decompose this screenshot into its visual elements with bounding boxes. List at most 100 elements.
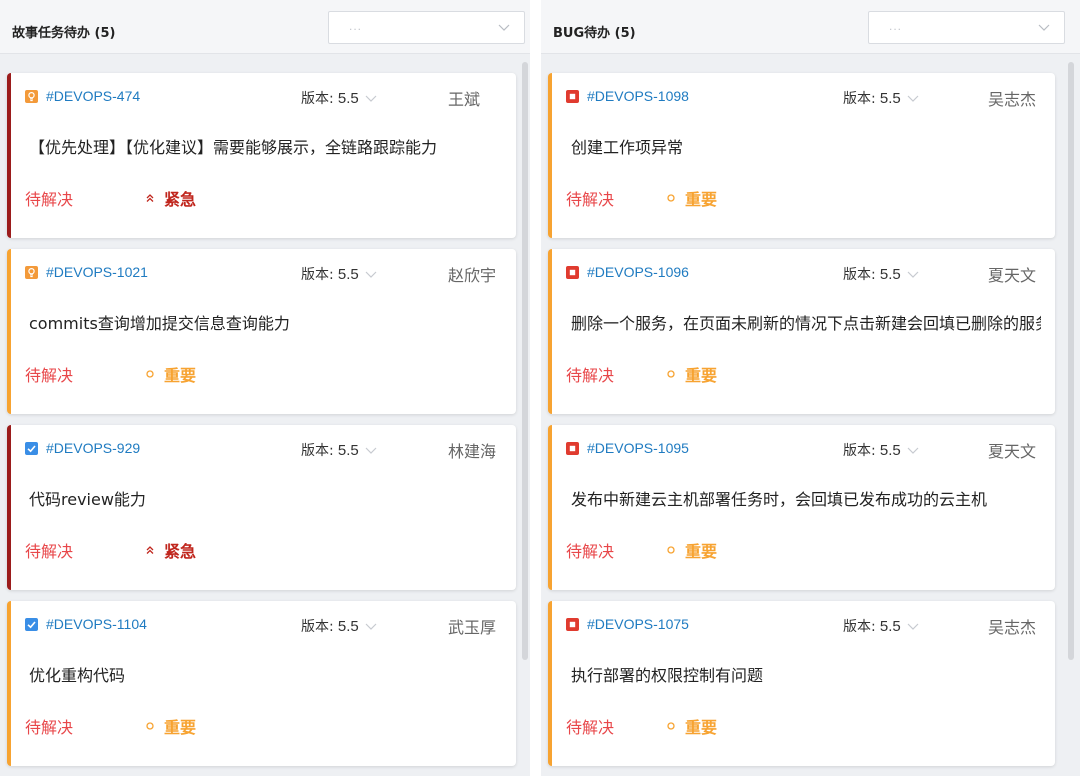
status-badge[interactable]: 待解决: [25, 362, 73, 386]
status-badge[interactable]: 待解决: [566, 362, 614, 386]
filter-select[interactable]: ...: [328, 11, 525, 44]
bug-icon: [566, 442, 579, 455]
panel-header: BUG待办 (5) ...: [541, 0, 1080, 54]
double-chevron-up-icon: [144, 542, 164, 561]
assignee-name[interactable]: 吴志杰: [988, 86, 1036, 110]
priority-badge[interactable]: 重要: [665, 538, 717, 562]
panel-title: BUG待办 (5): [553, 26, 636, 41]
version-value: 5.5: [337, 442, 359, 459]
work-item-title[interactable]: 创建工作项异常: [571, 134, 1041, 158]
status-badge[interactable]: 待解决: [566, 186, 614, 210]
version-select[interactable]: 版本: 5.5: [843, 88, 919, 108]
chevron-down-icon: [365, 271, 377, 278]
version-select[interactable]: 版本: 5.5: [301, 264, 377, 284]
assignee-name[interactable]: 夏天文: [988, 262, 1036, 286]
assignee-name[interactable]: 吴志杰: [988, 614, 1036, 638]
chevron-down-icon: [1038, 24, 1050, 31]
priority-badge[interactable]: 重要: [665, 186, 717, 210]
status-badge[interactable]: 待解决: [25, 538, 73, 562]
chevron-down-icon: [907, 623, 919, 630]
assignee-name[interactable]: 林建海: [448, 438, 496, 462]
priority-label: 紧急: [164, 542, 197, 561]
bug-icon: [566, 266, 579, 279]
work-item-card[interactable]: #DEVOPS-1021 版本: 5.5 赵欣宇 commits查询增加提交信息查询能…: [7, 249, 516, 414]
work-item-id-link[interactable]: #DEVOPS-1098: [587, 88, 689, 104]
status-badge[interactable]: 待解决: [25, 186, 73, 210]
chevron-down-icon: [498, 24, 510, 31]
work-item-title[interactable]: 发布中新建云主机部署任务时，会回填已发布成功的云主机: [571, 486, 1041, 510]
version-select[interactable]: 版本: 5.5: [301, 88, 377, 108]
scrollbar[interactable]: [1068, 62, 1074, 660]
assignee-name[interactable]: 夏天文: [988, 438, 1036, 462]
version-label: 版本:: [301, 91, 334, 107]
checkbox-icon: [25, 618, 38, 631]
version-value: 5.5: [879, 266, 901, 283]
double-chevron-up-icon: [144, 190, 164, 209]
version-value: 5.5: [879, 442, 901, 459]
work-item-id-link[interactable]: #DEVOPS-1075: [587, 616, 689, 632]
filter-select[interactable]: ...: [868, 11, 1065, 44]
assignee-name[interactable]: 赵欣宇: [448, 262, 496, 286]
circle-icon: [665, 542, 685, 561]
version-label: 版本:: [843, 619, 876, 635]
work-item-title[interactable]: 【优先处理】【优化建议】需要能够展示，全链路跟踪能力: [29, 134, 503, 158]
work-item-card[interactable]: #DEVOPS-1096 版本: 5.5 夏天文删除一个服务，在页面未刷新的情况下点…: [548, 249, 1055, 414]
work-item-id-link[interactable]: #DEVOPS-474: [46, 88, 140, 104]
priority-label: 重要: [685, 718, 718, 737]
priority-badge[interactable]: 重要: [665, 714, 717, 738]
priority-label: 重要: [164, 366, 197, 385]
circle-icon: [665, 190, 685, 209]
priority-label: 重要: [685, 190, 718, 209]
priority-badge[interactable]: 紧急: [144, 538, 196, 562]
lightbulb-icon: [25, 90, 38, 103]
status-badge[interactable]: 待解决: [566, 714, 614, 738]
priority-label: 重要: [685, 542, 718, 561]
work-item-id-link[interactable]: #DEVOPS-1095: [587, 440, 689, 456]
work-item-id-link[interactable]: #DEVOPS-1021: [46, 264, 148, 280]
version-value: 5.5: [337, 90, 359, 107]
version-label: 版本:: [843, 91, 876, 107]
version-select[interactable]: 版本: 5.5: [301, 616, 377, 636]
priority-badge[interactable]: 重要: [144, 714, 196, 738]
work-item-card[interactable]: #DEVOPS-1075 版本: 5.5 吴志杰执行部署的权限控制有问题待解决 重要: [548, 601, 1055, 766]
status-badge[interactable]: 待解决: [566, 538, 614, 562]
work-item-card[interactable]: #DEVOPS-1095 版本: 5.5 夏天文发布中新建云主机部署任务时，会回填已…: [548, 425, 1055, 590]
version-value: 5.5: [337, 618, 359, 635]
work-item-card[interactable]: #DEVOPS-474 版本: 5.5 王斌【优先处理】【优化建议】需要能够展示，全…: [7, 73, 516, 238]
status-badge[interactable]: 待解决: [25, 714, 73, 738]
bug-icon: [566, 90, 579, 103]
work-item-id-link[interactable]: #DEVOPS-929: [46, 440, 140, 456]
priority-label: 紧急: [164, 190, 197, 209]
version-label: 版本:: [301, 443, 334, 459]
chevron-down-icon: [907, 95, 919, 102]
circle-icon: [665, 366, 685, 385]
work-item-id-link[interactable]: #DEVOPS-1096: [587, 264, 689, 280]
work-item-title[interactable]: 代码review能力: [29, 486, 503, 510]
chevron-down-icon: [365, 623, 377, 630]
assignee-name[interactable]: 武玉厚: [448, 614, 496, 638]
work-item-card[interactable]: #DEVOPS-1104 版本: 5.5 武玉厚优化重构代码待解决 重要: [7, 601, 516, 766]
panel-title: 故事任务待办 (5): [12, 26, 116, 41]
work-item-card[interactable]: #DEVOPS-1098 版本: 5.5 吴志杰创建工作项异常待解决 重要: [548, 73, 1055, 238]
chevron-down-icon: [907, 271, 919, 278]
circle-icon: [144, 718, 164, 737]
version-label: 版本:: [301, 619, 334, 635]
version-select[interactable]: 版本: 5.5: [843, 264, 919, 284]
scrollbar[interactable]: [522, 62, 528, 660]
version-value: 5.5: [337, 266, 359, 283]
work-item-id-link[interactable]: #DEVOPS-1104: [46, 616, 147, 632]
priority-badge[interactable]: 紧急: [144, 186, 196, 210]
filter-placeholder: ...: [889, 19, 903, 33]
work-item-title[interactable]: commits查询增加提交信息查询能力: [29, 310, 503, 334]
priority-badge[interactable]: 重要: [144, 362, 196, 386]
version-select[interactable]: 版本: 5.5: [843, 440, 919, 460]
filter-placeholder: ...: [349, 19, 363, 33]
version-select[interactable]: 版本: 5.5: [843, 616, 919, 636]
work-item-title[interactable]: 删除一个服务，在页面未刷新的情况下点击新建会回填已删除的服务: [571, 310, 1041, 334]
work-item-title[interactable]: 执行部署的权限控制有问题: [571, 662, 1041, 686]
work-item-card[interactable]: #DEVOPS-929 版本: 5.5 林建海代码review能力待解决 紧急: [7, 425, 516, 590]
work-item-title[interactable]: 优化重构代码: [29, 662, 503, 686]
assignee-name[interactable]: 王斌: [448, 86, 480, 110]
version-select[interactable]: 版本: 5.5: [301, 440, 377, 460]
priority-badge[interactable]: 重要: [665, 362, 717, 386]
